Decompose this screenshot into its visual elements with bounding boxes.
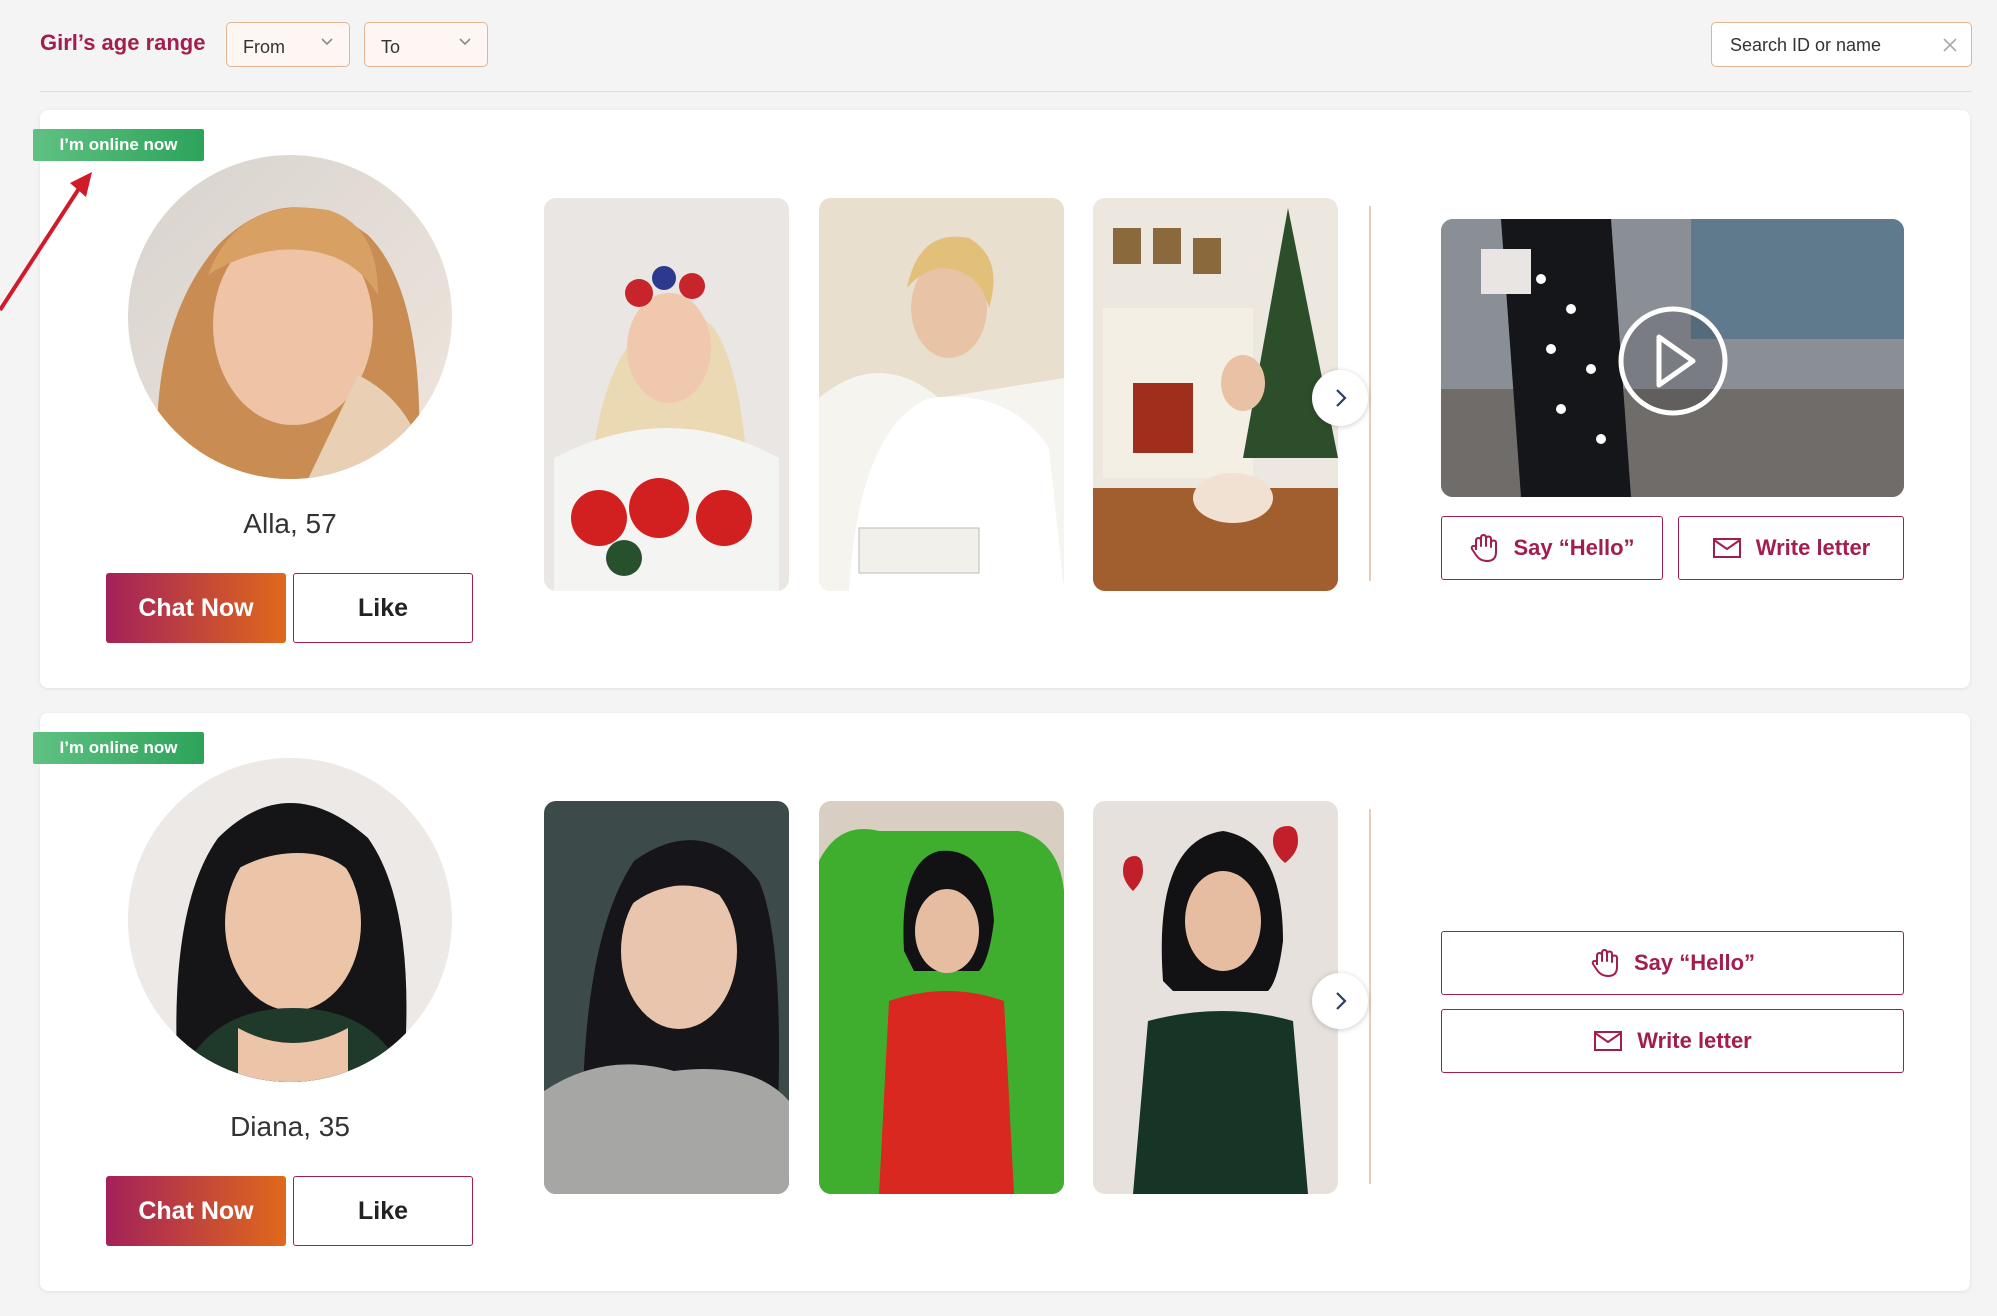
profile-name-age: Diana, 35 — [230, 1111, 350, 1142]
chevron-right-icon — [1336, 389, 1347, 407]
like-button[interactable]: Like — [293, 573, 473, 643]
search-placeholder: Search ID or name — [1730, 35, 1882, 55]
chevron-down-icon — [321, 38, 333, 46]
chat-now-button[interactable]: Chat Now — [106, 1176, 286, 1246]
age-to-select[interactable]: To — [364, 22, 488, 67]
say-hello-button[interactable]: Say “Hello” — [1441, 931, 1904, 995]
online-status-badge: I’m online now — [33, 129, 204, 161]
avatar[interactable] — [128, 155, 452, 479]
chevron-right-icon — [1336, 992, 1347, 1010]
age-from-value: From — [243, 37, 285, 57]
gallery-next-button[interactable] — [1312, 973, 1368, 1029]
gallery-edge — [1369, 206, 1371, 581]
gallery-photo[interactable] — [819, 198, 1064, 591]
write-letter-button[interactable]: Write letter — [1678, 516, 1904, 580]
filter-bar: Girl’s age range From To Search ID or na… — [0, 0, 1997, 92]
gallery-photo[interactable] — [544, 198, 789, 591]
clear-icon[interactable] — [1941, 36, 1959, 54]
envelope-icon — [1712, 538, 1741, 558]
profile-card: I’m online now Alla, 57 Chat Now Like Sa… — [33, 110, 1970, 688]
annotation-arrow-icon — [0, 172, 92, 312]
search-input[interactable]: Search ID or name — [1711, 22, 1972, 67]
write-letter-label: Write letter — [1637, 1028, 1752, 1053]
like-button[interactable]: Like — [293, 1176, 473, 1246]
age-from-select[interactable]: From — [226, 22, 350, 67]
say-hello-label: Say “Hello” — [1633, 950, 1756, 975]
gallery-photo[interactable] — [819, 801, 1064, 1194]
chat-now-button[interactable]: Chat Now — [106, 573, 286, 643]
write-letter-button[interactable]: Write letter — [1441, 1009, 1904, 1073]
say-hello-button[interactable]: Say “Hello” — [1441, 516, 1663, 580]
profile-card: I’m online now Diana, 35 Chat Now Like S… — [33, 713, 1970, 1291]
chevron-down-icon — [459, 38, 471, 46]
filter-divider — [40, 91, 1972, 92]
gallery-edge — [1369, 809, 1371, 1184]
gallery-photo[interactable] — [1093, 198, 1338, 591]
online-status-badge: I’m online now — [33, 732, 204, 764]
gallery-photo[interactable] — [544, 801, 789, 1194]
age-range-label: Girl’s age range — [40, 30, 206, 55]
wave-hand-icon — [1591, 949, 1618, 977]
profile-video[interactable] — [1441, 219, 1904, 497]
say-hello-label: Say “Hello” — [1513, 535, 1635, 560]
play-icon — [1618, 306, 1728, 416]
profile-name-age: Alla, 57 — [243, 508, 337, 539]
gallery-next-button[interactable] — [1312, 370, 1368, 426]
write-letter-label: Write letter — [1755, 535, 1871, 560]
age-to-value: To — [381, 37, 401, 57]
avatar[interactable] — [128, 758, 452, 1082]
envelope-icon — [1594, 1031, 1623, 1051]
gallery-photo[interactable] — [1093, 801, 1338, 1194]
wave-hand-icon — [1471, 534, 1498, 562]
